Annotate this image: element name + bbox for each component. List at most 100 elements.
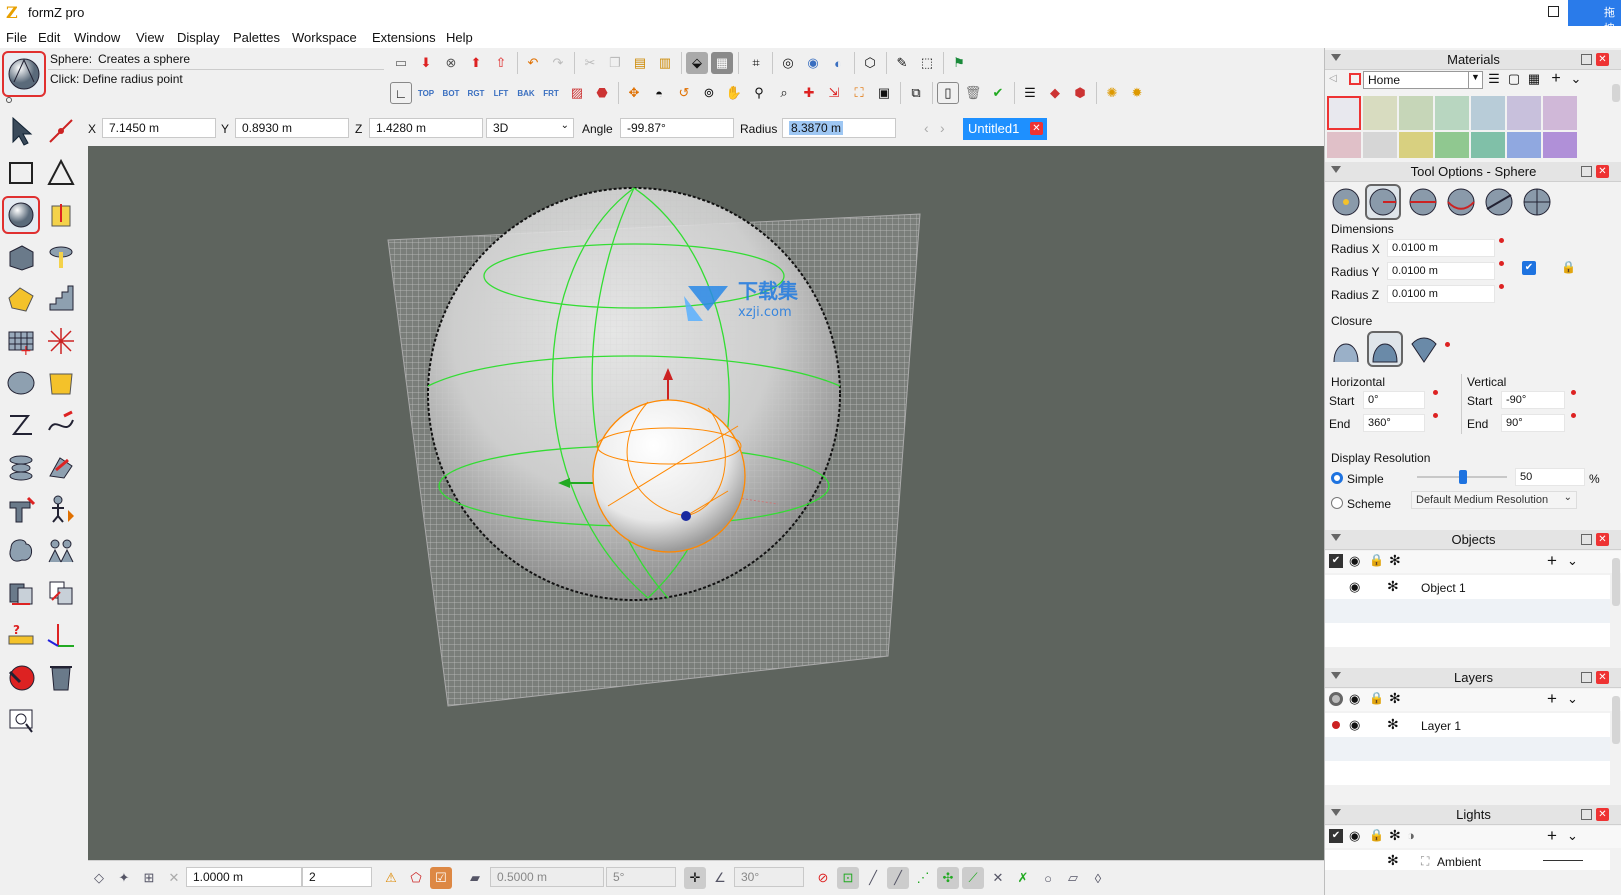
menu-palettes[interactable]: Palettes bbox=[233, 30, 280, 45]
cube-material-icon[interactable]: ⬢ bbox=[1069, 82, 1091, 104]
material-swatch[interactable] bbox=[1471, 96, 1505, 130]
detach-icon[interactable] bbox=[1581, 534, 1592, 545]
polygon-snap-icon[interactable]: ⬠ bbox=[405, 867, 427, 889]
warning-icon[interactable]: ⚠ bbox=[380, 867, 402, 889]
layers-stack-icon[interactable]: ☰ bbox=[1019, 82, 1041, 104]
boolean-tool-icon[interactable] bbox=[2, 574, 40, 612]
info-tool-icon[interactable] bbox=[2, 700, 40, 738]
radius-x-field[interactable]: 0.0100 m bbox=[1387, 239, 1495, 257]
polygon-tool-icon[interactable] bbox=[42, 154, 80, 192]
lasso-snap-icon[interactable]: ○ bbox=[1037, 867, 1059, 889]
redo-icon[interactable]: ↷ bbox=[547, 52, 569, 74]
y-coordinate-field[interactable]: 0.8930 m bbox=[235, 118, 349, 138]
snowflake-icon[interactable]: ✻ bbox=[1389, 690, 1401, 707]
snap-distance-field[interactable]: 0.5000 m bbox=[490, 867, 604, 887]
perp-snap-icon[interactable]: ✗ bbox=[1012, 867, 1034, 889]
scheme-select[interactable]: Default Medium Resolution ⌄ bbox=[1411, 491, 1577, 509]
sphere-center-mode-icon[interactable] bbox=[1328, 184, 1364, 220]
list-view-icon[interactable]: ☰ bbox=[1485, 70, 1503, 88]
light-sphere-icon[interactable]: ◑ bbox=[1407, 828, 1415, 843]
midpoint-snap-icon[interactable]: ⋰ bbox=[912, 867, 934, 889]
v-end-dot-icon[interactable] bbox=[1571, 413, 1576, 418]
z-coordinate-field[interactable]: 1.4280 m bbox=[369, 118, 483, 138]
resolution-value-field[interactable]: 50 bbox=[1515, 468, 1585, 486]
detach-icon[interactable] bbox=[1581, 54, 1592, 65]
edge-snap-icon[interactable]: ╱ bbox=[887, 867, 909, 889]
layers-scrollbar[interactable] bbox=[1612, 696, 1620, 744]
collapse-triangle-icon[interactable] bbox=[1331, 534, 1341, 541]
camera-icon[interactable]: ⬣ bbox=[591, 82, 613, 104]
3d-viewport[interactable]: 下载集 xzji.com bbox=[88, 146, 1324, 860]
menu-extensions[interactable]: Extensions bbox=[372, 30, 436, 45]
document-tab[interactable]: Untitled1 ✕ bbox=[963, 118, 1047, 140]
maximize-button[interactable] bbox=[1548, 6, 1559, 17]
undo-icon[interactable]: ↶ bbox=[522, 52, 544, 74]
menu-file[interactable]: File bbox=[6, 30, 27, 45]
back-arrow-icon[interactable]: ◁ bbox=[1329, 73, 1339, 84]
closure-closed-icon[interactable] bbox=[1367, 331, 1403, 367]
closure-open-icon[interactable] bbox=[1328, 331, 1364, 367]
paste-special-icon[interactable]: ▥ bbox=[654, 52, 676, 74]
fit-selected-icon[interactable]: ▣ bbox=[873, 82, 895, 104]
zoom-in-icon[interactable]: ✚ bbox=[798, 82, 820, 104]
close-palette-icon[interactable]: ✕ bbox=[1596, 533, 1609, 546]
material-swatch[interactable] bbox=[1327, 96, 1361, 130]
perspective-icon[interactable]: ▨ bbox=[566, 82, 588, 104]
objects-menu-chevron-icon[interactable]: ⌄ bbox=[1567, 553, 1578, 569]
tool-settings-dot[interactable] bbox=[6, 97, 12, 103]
trash-icon[interactable]: 🗑 bbox=[962, 82, 984, 104]
lock-dot-icon[interactable] bbox=[1499, 238, 1504, 243]
revolve-tool-icon[interactable] bbox=[42, 238, 80, 276]
material-swatch[interactable] bbox=[1327, 132, 1361, 158]
simple-radio[interactable] bbox=[1331, 472, 1343, 484]
close-palette-icon[interactable]: ✕ bbox=[1596, 53, 1609, 66]
sphere-tool-icon[interactable] bbox=[2, 196, 40, 234]
surface-snap-icon[interactable]: ▰ bbox=[464, 867, 486, 889]
grid-view-icon[interactable]: ▦ bbox=[1525, 70, 1543, 88]
check-snap-icon[interactable]: ☑ bbox=[430, 867, 452, 889]
visible-check-icon[interactable]: ✔ bbox=[1329, 829, 1343, 843]
extrude-tool-icon[interactable] bbox=[42, 196, 80, 234]
cut-icon[interactable]: ✂ bbox=[579, 52, 601, 74]
detach-icon[interactable] bbox=[1581, 809, 1592, 820]
light-bulb-icon[interactable]: ✺ bbox=[1101, 82, 1123, 104]
export-icon[interactable]: ⇧ bbox=[490, 52, 512, 74]
lights-header[interactable]: Lights ✕ bbox=[1325, 805, 1621, 825]
closure-dot-icon[interactable] bbox=[1445, 342, 1450, 347]
lock-icon[interactable]: 🔒 bbox=[1369, 691, 1384, 705]
radius-field[interactable]: 8.3870 m bbox=[782, 118, 896, 138]
walk-icon[interactable]: ⊚ bbox=[698, 82, 720, 104]
sphere-radius-mode-icon[interactable] bbox=[1365, 184, 1401, 220]
view-bak-button[interactable]: BAK bbox=[514, 82, 538, 104]
zoom-out-icon[interactable]: ⇲ bbox=[823, 82, 845, 104]
measure-tool-icon[interactable]: ? bbox=[2, 616, 40, 654]
menu-display[interactable]: Display bbox=[177, 30, 220, 45]
material-library-select[interactable]: Home ▼ bbox=[1363, 71, 1483, 89]
material-swatch[interactable] bbox=[1363, 132, 1397, 158]
objects-scrollbar[interactable] bbox=[1612, 558, 1620, 606]
object-view-icon[interactable]: ⬡ bbox=[859, 52, 881, 74]
tab-prev-icon[interactable]: ‹ bbox=[924, 120, 929, 136]
light-bulb-off-icon[interactable]: ✹ bbox=[1126, 82, 1148, 104]
paint-bucket-icon[interactable]: ◆ bbox=[1044, 82, 1066, 104]
eye-icon[interactable]: ◉ bbox=[1349, 828, 1360, 844]
lock-dot-icon[interactable] bbox=[1499, 284, 1504, 289]
paint-tool-icon[interactable] bbox=[2, 658, 40, 696]
sweep-tool-icon[interactable] bbox=[42, 406, 80, 444]
rectangle-tool-icon[interactable] bbox=[2, 154, 40, 192]
light-row[interactable]: ✻ ⛶ Ambient bbox=[1325, 850, 1610, 870]
line-tool-icon[interactable] bbox=[42, 112, 80, 150]
eye-view-icon[interactable]: ◓ bbox=[648, 82, 670, 104]
add-object-icon[interactable]: + bbox=[1547, 551, 1557, 571]
close-palette-icon[interactable]: ✕ bbox=[1596, 671, 1609, 684]
object-name[interactable]: Object 1 bbox=[1421, 581, 1466, 595]
pan-hand-icon[interactable]: ✋ bbox=[723, 82, 745, 104]
grid-snap-icon[interactable]: ⬙ bbox=[686, 52, 708, 74]
material-swatch[interactable] bbox=[1507, 132, 1541, 158]
collapse-triangle-icon[interactable] bbox=[1331, 166, 1341, 173]
material-swatch[interactable] bbox=[1399, 96, 1433, 130]
surface-tool-icon[interactable] bbox=[2, 280, 40, 318]
checkmark-icon[interactable]: ✔ bbox=[987, 82, 1009, 104]
material-swatch[interactable] bbox=[1471, 132, 1505, 158]
eye-icon[interactable]: ◉ bbox=[1349, 717, 1360, 733]
